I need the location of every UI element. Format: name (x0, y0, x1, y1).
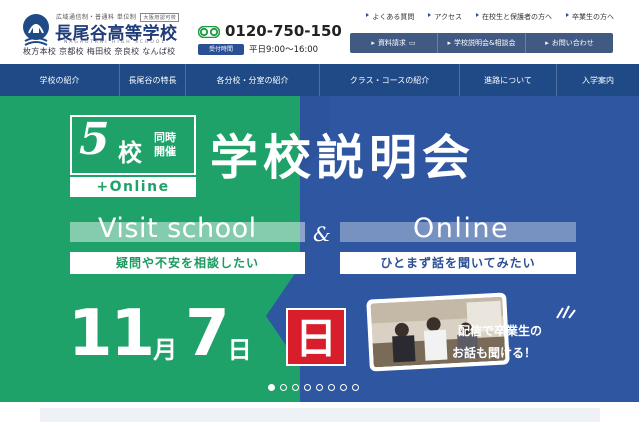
school-logo-icon[interactable] (22, 13, 50, 47)
school-romaji: NAGAOTANI HIGH SCHOOL (64, 40, 166, 45)
date-day: 7 (185, 297, 230, 371)
free-dial-icon (198, 26, 220, 38)
slider-dot[interactable] (352, 384, 359, 391)
business-hours: 平日9:00〜16:00 (249, 45, 319, 55)
slider-dots (268, 384, 359, 391)
date-month: 11 (68, 297, 155, 371)
date-day-unit: 日 (227, 336, 252, 364)
phone-number[interactable]: 0120-750-150 (225, 22, 342, 40)
util-link-access[interactable]: アクセス (428, 12, 462, 22)
slider-dot[interactable] (280, 384, 287, 391)
header-cta-bar: ▸ 資料請求 ▭ ▸ 学校説明会&相談会 ▸ お問い合わせ (350, 33, 613, 53)
listen-pill: ひとまず話を聞いてみたい (340, 252, 576, 274)
slider-dot[interactable] (292, 384, 299, 391)
badge-simultaneous: 同時 開催 (154, 131, 176, 158)
nav-item-courses[interactable]: クラス・コースの紹介 (320, 64, 460, 96)
request-brochure-button[interactable]: ▸ 資料請求 ▭ (350, 33, 438, 53)
slider-dot[interactable] (268, 384, 275, 391)
badge-online: +Online (70, 177, 196, 197)
nav-item-about[interactable]: 学校の紹介 (0, 64, 120, 96)
weekday-badge: 日 (286, 308, 346, 366)
event-date: 11月 7日 (68, 298, 260, 370)
slider-dot[interactable] (340, 384, 347, 391)
contact-button[interactable]: ▸ お問い合わせ (526, 33, 613, 53)
site-header: 広域通信制・普通科 単位制 大阪府認可校 長尾谷高等学校 NAGAOTANI HI… (0, 0, 639, 64)
stream-caption: 配信で卒業生の お話も聞ける！ (452, 320, 542, 364)
caption-line-2: お話も聞ける！ (452, 346, 537, 360)
contact-label: お問い合わせ (551, 39, 594, 47)
util-link-faq[interactable]: よくある質問 (366, 12, 414, 22)
badge-school-char: 校 (118, 139, 142, 167)
util-link-students-parents[interactable]: 在校生と保護者の方へ (476, 12, 552, 22)
main-nav: 学校の紹介 長尾谷の特長 各分校・分室の紹介 クラス・コースの紹介 進路について… (0, 64, 639, 96)
visit-school-text: Visit school (98, 213, 257, 244)
document-icon: ▭ (408, 39, 416, 47)
sparkle-icon (556, 305, 576, 319)
nav-item-features[interactable]: 長尾谷の特長 (120, 64, 186, 96)
five-campus-badge: 5 校 同時 開催 +Online (70, 115, 196, 197)
info-session-button[interactable]: ▸ 学校説明会&相談会 (438, 33, 526, 53)
chevron-right-icon: ▸ (447, 39, 452, 47)
date-month-unit: 月 (153, 336, 178, 364)
content-placeholder (40, 408, 600, 422)
page: 広域通信制・普通科 単位制 大阪府認可校 長尾谷高等学校 NAGAOTANI HI… (0, 0, 639, 422)
utility-links: よくある質問 アクセス 在校生と保護者の方へ 卒業生の方へ (366, 12, 614, 22)
ampersand: & (313, 222, 331, 246)
nav-item-admission[interactable]: 入学案内 (557, 64, 639, 96)
badge-number: 5 (79, 114, 110, 165)
chevron-right-icon: ▸ (545, 39, 549, 47)
online-text: Online (413, 213, 510, 244)
caption-line-1: 配信で卒業生の (458, 324, 543, 338)
slider-dot[interactable] (328, 384, 335, 391)
hours-badge: 受付時間 (198, 44, 244, 55)
nav-item-branches[interactable]: 各分校・分室の紹介 (186, 64, 320, 96)
consult-pill: 疑問や不安を相談したい (70, 252, 305, 274)
content-below-fold (0, 402, 639, 422)
campus-list: 枚方本校 京都校 梅田校 奈良校 なんば校 (23, 47, 176, 56)
slider-dot[interactable] (304, 384, 311, 391)
chevron-right-icon: ▸ (371, 39, 375, 47)
info-session-label: 学校説明会&相談会 (454, 39, 516, 47)
util-link-graduates[interactable]: 卒業生の方へ (566, 12, 614, 22)
hero-title: 学校説明会 (210, 130, 476, 186)
slider-dot[interactable] (316, 384, 323, 391)
nav-item-career[interactable]: 進路について (460, 64, 557, 96)
request-brochure-label: 資料請求 (377, 39, 406, 47)
